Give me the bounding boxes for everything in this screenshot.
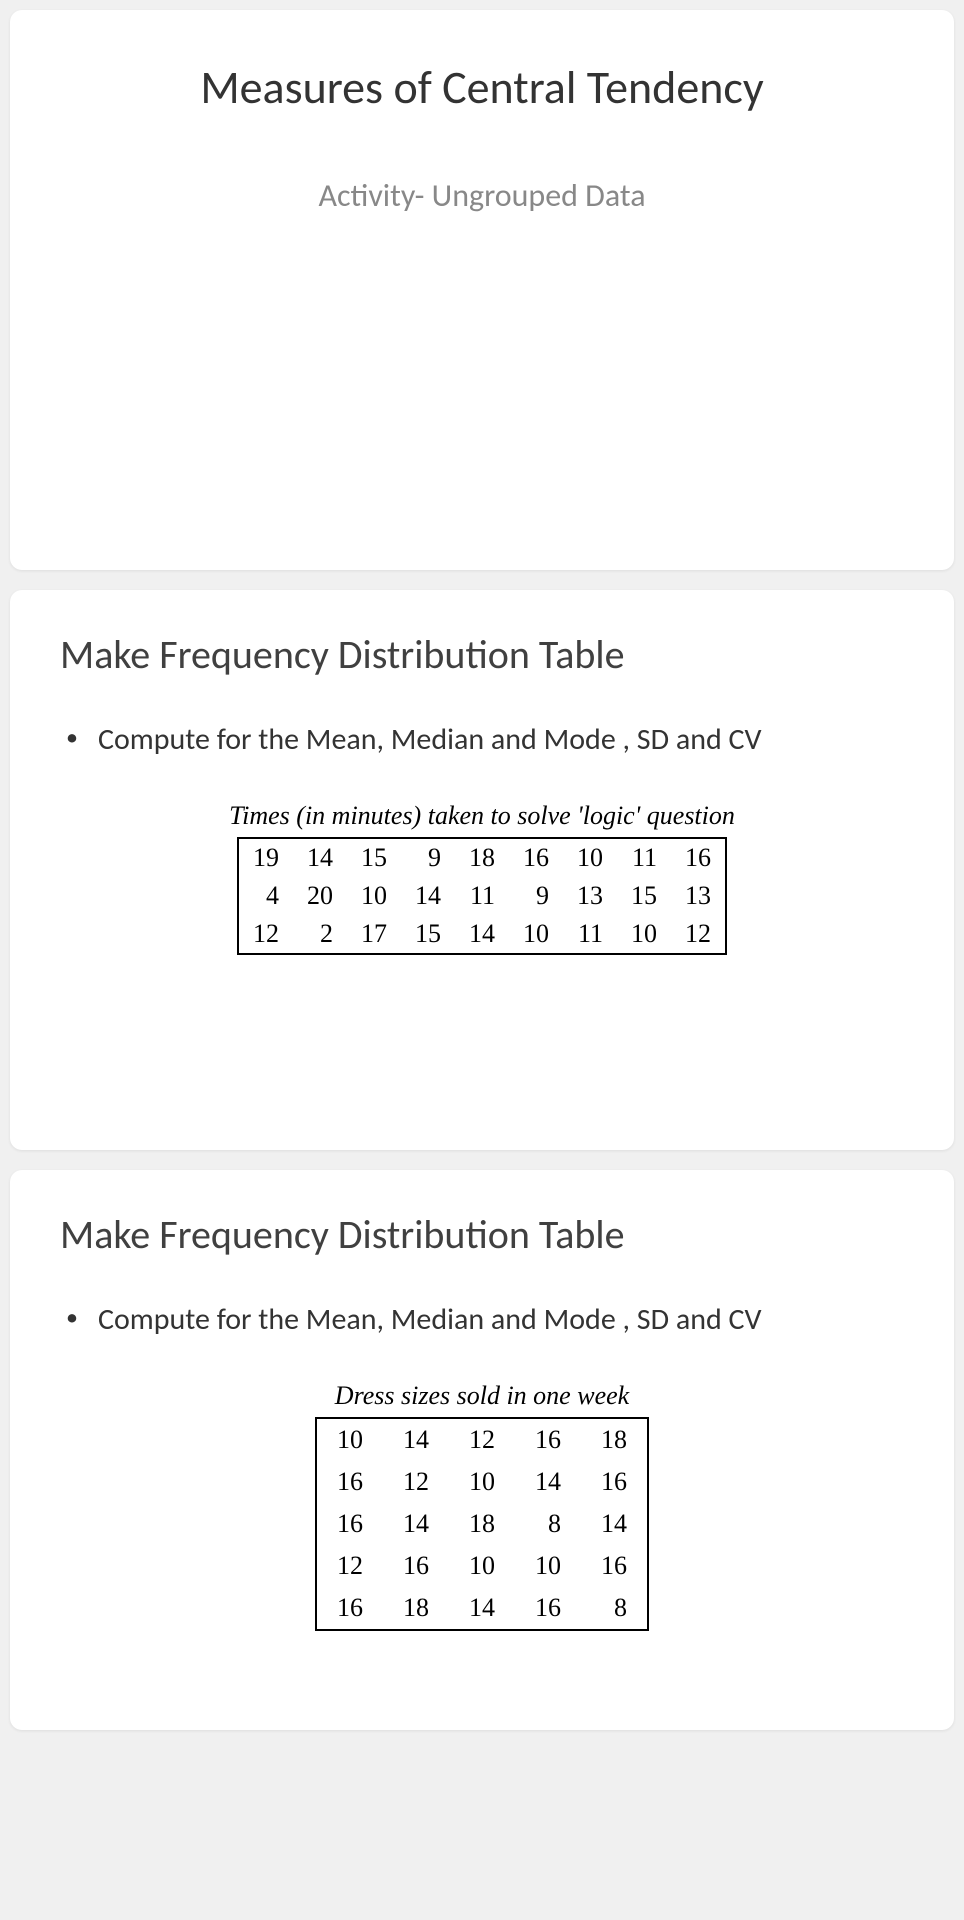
slide-frequency-2: Make Frequency Distribution Table • Comp…: [10, 1170, 954, 1730]
bullet-item: • Compute for the Mean, Median and Mode …: [60, 1299, 904, 1341]
main-title: Measures of Central Tendency: [60, 60, 904, 116]
bullet-list: • Compute for the Mean, Median and Mode …: [60, 719, 904, 761]
table-row: 19 14 15 9 18 16 10 11 16: [238, 838, 726, 877]
slide-frequency-1: Make Frequency Distribution Table • Comp…: [10, 590, 954, 1150]
bullet-dot-icon: •: [66, 1299, 78, 1337]
table-row: 16 14 18 8 14: [316, 1503, 648, 1545]
bullet-dot-icon: •: [66, 719, 78, 757]
table-caption: Dress sizes sold in one week: [335, 1381, 629, 1411]
table-row: 16 12 10 14 16: [316, 1461, 648, 1503]
table-wrapper-1: Times (in minutes) taken to solve 'logic…: [60, 801, 904, 955]
slide-title-card: Measures of Central Tendency Activity- U…: [10, 10, 954, 570]
table-row: 10 14 12 16 18: [316, 1418, 648, 1461]
data-table-dress: 10 14 12 16 18 16 12 10 14 16 16 14 18 8…: [315, 1417, 649, 1631]
table-wrapper-2: Dress sizes sold in one week 10 14 12 16…: [60, 1381, 904, 1631]
bullet-text: Compute for the Mean, Median and Mode , …: [98, 719, 762, 761]
slide-heading: Make Frequency Distribution Table: [60, 630, 904, 679]
bullet-item: • Compute for the Mean, Median and Mode …: [60, 719, 904, 761]
slide-heading: Make Frequency Distribution Table: [60, 1210, 904, 1259]
table-caption: Times (in minutes) taken to solve 'logic…: [229, 801, 735, 831]
table-row: 12 2 17 15 14 10 11 10 12: [238, 915, 726, 954]
table-row: 16 18 14 16 8: [316, 1587, 648, 1630]
main-subtitle: Activity- Ungrouped Data: [60, 176, 904, 215]
bullet-list: • Compute for the Mean, Median and Mode …: [60, 1299, 904, 1341]
bullet-text: Compute for the Mean, Median and Mode , …: [98, 1299, 762, 1341]
table-row: 12 16 10 10 16: [316, 1545, 648, 1587]
table-row: 4 20 10 14 11 9 13 15 13: [238, 877, 726, 915]
data-table-logic: 19 14 15 9 18 16 10 11 16 4 20 10 14 11 …: [237, 837, 727, 955]
